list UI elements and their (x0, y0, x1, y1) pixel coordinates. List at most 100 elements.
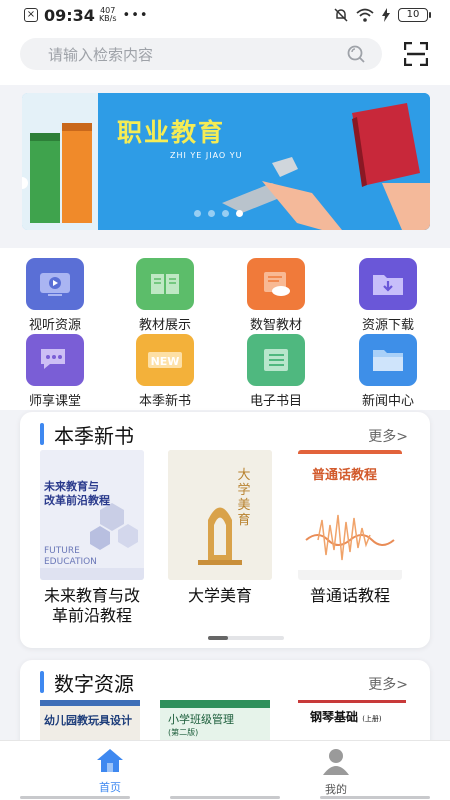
cover-english-line: FUTURE (44, 546, 80, 556)
banner-dot[interactable] (194, 210, 201, 217)
banner-pagination (194, 210, 243, 217)
new-badge-icon: NEW (136, 334, 194, 386)
user-icon (323, 749, 349, 775)
grid-item-news[interactable]: 新闻中心 (343, 334, 433, 409)
book-title: 未来教育与改 革前沿教程 (32, 586, 152, 626)
book-card[interactable]: 大学美育 大学美育 (160, 450, 280, 606)
folder-icon (359, 334, 417, 386)
nav-segment (320, 796, 430, 799)
book-cover: 普通话教程 (298, 450, 402, 580)
cover-title-line: (第二版) (168, 728, 199, 737)
resource-cover[interactable]: 钢琴基础 (上册) (298, 700, 406, 740)
mute-bell-icon (334, 8, 348, 22)
search-placeholder: 请输入检索内容 (48, 45, 154, 64)
nav-segment (20, 796, 130, 799)
more-dots-icon: ••• (122, 7, 149, 23)
cover-english-line: EDUCATION (44, 557, 97, 567)
home-icon (97, 749, 123, 772)
battery-icon: 10 (398, 8, 431, 22)
tab-label: 我的 (325, 783, 347, 796)
video-icon (26, 258, 84, 310)
notification-close-icon: × (24, 8, 38, 22)
more-link[interactable]: 更多> (368, 674, 408, 694)
banner-dot[interactable] (208, 210, 215, 217)
cover-art-icon (168, 450, 272, 580)
cover-band (160, 700, 270, 708)
battery-level: 10 (406, 9, 420, 20)
bottom-tab-bar: 首页 我的 (0, 740, 450, 800)
banner-subtitle: ZHI YE JIAO YU (170, 151, 243, 160)
nav-segment (170, 796, 280, 799)
grid-item-download[interactable]: 资源下载 (343, 258, 433, 333)
book-cover: 未来教育与 改革前沿教程 FUTURE EDUCATION (40, 450, 144, 580)
book-title-line: 大学美育 (187, 586, 252, 605)
wifi-icon (356, 8, 374, 22)
more-link[interactable]: 更多> (368, 426, 408, 446)
search-input[interactable]: 请输入检索内容 (20, 38, 382, 70)
status-bar: × 09:34 407 KB/s ••• 10 (0, 0, 450, 30)
grid-item-textbook[interactable]: 教材展示 (120, 258, 210, 333)
grid-label: 师享课堂 (28, 394, 81, 409)
section-title: 本季新书 (40, 422, 134, 448)
charging-icon (382, 8, 390, 22)
banner-dot-active[interactable] (236, 210, 243, 217)
network-speed-unit: KB/s (98, 14, 117, 23)
book-title-line: 未来教育与改 (43, 586, 140, 605)
chat-icon (26, 334, 84, 386)
book-open-icon (136, 258, 194, 310)
grid-item-classroom[interactable]: 师享课堂 (10, 334, 100, 409)
grid-item-ebook-list[interactable]: 电子书目 (231, 334, 321, 409)
cover-title-line: 改革前沿教程 (44, 494, 110, 507)
cover-title-text: 钢琴基础 (310, 710, 359, 724)
grid-label: 视听资源 (28, 318, 81, 333)
book-title: 大学美育 (160, 586, 280, 606)
svg-text:NEW: NEW (151, 355, 180, 368)
cover-title: 普通话教程 (312, 468, 378, 483)
grid-label: 数智教材 (249, 318, 302, 333)
banner-title: 职业教育 (117, 118, 226, 147)
cover-title-line: 小学班级管理 (168, 713, 234, 726)
status-time: 09:34 (44, 5, 95, 25)
resource-cover[interactable]: 小学班级管理 (第二版) (160, 700, 270, 740)
new-books-section: 本季新书 更多> 未来教育与 改革前沿教程 FUTURE EDUCATION 未… (20, 412, 430, 648)
book-card[interactable]: 普通话教程 普通话教程 (290, 450, 410, 606)
scan-icon[interactable] (404, 42, 428, 66)
banner-dot[interactable] (222, 210, 229, 217)
grid-item-digital-textbook[interactable]: 数智教材 (231, 258, 321, 333)
grid-item-video[interactable]: 视听资源 (10, 258, 100, 333)
grid-label: 新闻中心 (361, 394, 414, 409)
grid-label: 电子书目 (249, 394, 302, 409)
tab-home[interactable]: 首页 (70, 747, 150, 795)
download-folder-icon (359, 258, 417, 310)
horizontal-scroll-indicator (208, 636, 284, 640)
search-icon[interactable] (346, 44, 366, 64)
book-title-line: 普通话教程 (309, 586, 390, 605)
search-header: 请输入检索内容 (0, 30, 450, 85)
feature-grid: 视听资源 教材展示 数智教材 资源下载 师享课堂 NEW 本季新书 电子书目 新… (0, 248, 450, 410)
resource-cover[interactable]: 幼儿园教玩具设计 (40, 700, 140, 740)
section-title: 数字资源 (40, 670, 134, 696)
book-title: 普通话教程 (290, 586, 410, 606)
list-icon (247, 334, 305, 386)
cloud-book-icon (247, 258, 305, 310)
tab-label: 首页 (99, 781, 121, 794)
cover-title: 小学班级管理 (第二版) (160, 708, 270, 739)
cover-title: 钢琴基础 (上册) (298, 703, 406, 725)
cover-title: 未来教育与 改革前沿教程 (44, 480, 110, 508)
network-speed: 407 KB/s (99, 7, 117, 23)
cover-edition: (上册) (362, 715, 382, 723)
book-cover: 大学美育 (168, 450, 272, 580)
cover-english-title: FUTURE EDUCATION (44, 546, 97, 568)
cover-title-line: 未来教育与 (44, 480, 99, 493)
promo-banner[interactable]: 职业教育 ZHI YE JIAO YU (22, 93, 430, 230)
grid-label: 教材展示 (138, 318, 191, 333)
grid-label: 资源下载 (361, 318, 414, 333)
grid-label: 本季新书 (138, 394, 191, 409)
system-nav-bar (0, 796, 450, 800)
book-card[interactable]: 未来教育与 改革前沿教程 FUTURE EDUCATION 未来教育与改 革前沿… (32, 450, 152, 626)
grid-item-new-books[interactable]: NEW 本季新书 (120, 334, 210, 409)
cover-title: 大学美育 (237, 468, 251, 528)
scroll-thumb (208, 636, 228, 640)
cover-title: 幼儿园教玩具设计 (44, 714, 132, 727)
tab-me[interactable]: 我的 (296, 747, 376, 797)
